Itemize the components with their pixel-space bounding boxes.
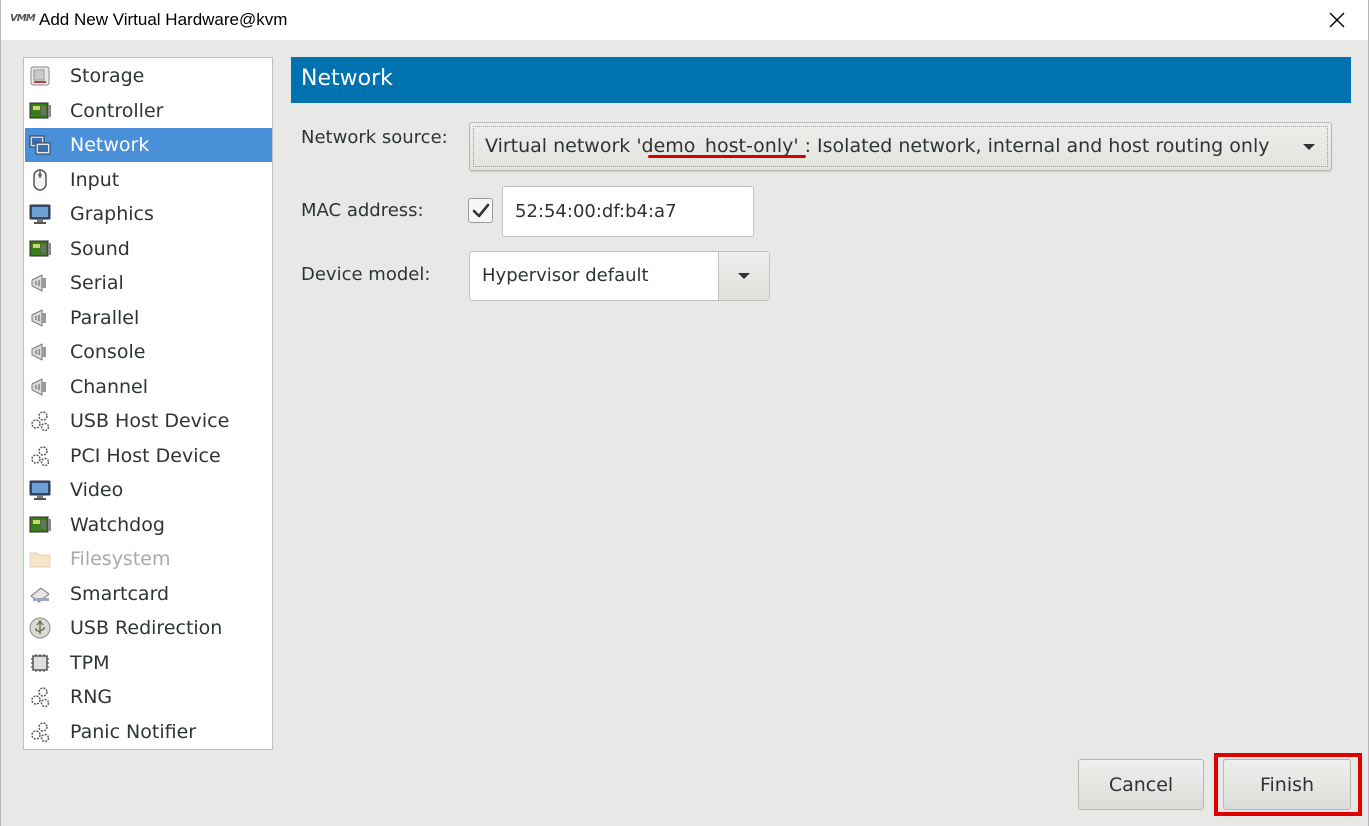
network-icon (28, 133, 52, 157)
sidebar-item-smartcard[interactable]: Smartcard (25, 577, 272, 611)
storage-icon (28, 64, 52, 88)
panic-notifier-icon (28, 720, 52, 744)
sidebar-item-input[interactable]: Input (25, 163, 272, 197)
sidebar-item-rng[interactable]: RNG (25, 680, 272, 714)
sidebar-item-watchdog[interactable]: Watchdog (25, 508, 272, 542)
pci-host-device-icon (28, 444, 52, 468)
sidebar-item-tpm[interactable]: TPM (25, 646, 272, 680)
sidebar-item-label: Serial (70, 272, 124, 294)
sidebar-item-label: USB Redirection (70, 617, 223, 639)
sidebar-item-label: Parallel (70, 306, 140, 329)
mac-address-label: MAC address: (301, 200, 424, 221)
mac-address-checkbox[interactable] (468, 198, 493, 223)
sidebar-item-controller[interactable]: Controller (25, 94, 272, 128)
monitor-icon (28, 202, 52, 226)
sidebar-item-label: Watchdog (70, 513, 165, 536)
sidebar-item-label: PCI Host Device (70, 444, 221, 467)
sidebar-item-usb-host-device[interactable]: USB Host Device (25, 404, 272, 438)
sidebar-item-label: USB Host Device (70, 410, 230, 432)
network-source-label: Network source: (301, 127, 448, 148)
sidebar-item-label: Storage (70, 65, 145, 87)
video-monitor-icon (28, 478, 52, 502)
annotation-highlight-box (1214, 753, 1362, 816)
sidebar-item-serial[interactable]: Serial (25, 266, 272, 300)
tpm-chip-icon (28, 651, 52, 675)
annotation-underline (648, 155, 806, 158)
sidebar-item-filesystem[interactable]: Filesystem (25, 542, 272, 576)
serial-port-icon (28, 271, 52, 295)
console-port-icon (28, 340, 52, 364)
sidebar-item-label: Video (70, 479, 124, 501)
sound-card-icon (28, 237, 52, 261)
usb-host-device-icon (28, 409, 52, 433)
close-icon (1329, 12, 1345, 28)
sidebar-item-sound[interactable]: Sound (25, 232, 272, 266)
panel-header: Network (291, 57, 1351, 103)
sidebar-item-label: Smartcard (70, 582, 170, 605)
sidebar-item-pci-host-device[interactable]: PCI Host Device (25, 439, 272, 473)
sidebar-item-usb-redirection[interactable]: USB Redirection (25, 611, 272, 645)
sidebar-item-label: Graphics (70, 203, 154, 225)
sidebar-item-label: Channel (70, 375, 149, 398)
rng-icon (28, 685, 52, 709)
mac-address-input[interactable] (502, 186, 754, 237)
sidebar-item-panic-notifier[interactable]: Panic Notifier (25, 715, 272, 749)
sidebar-item-label: Controller (70, 99, 164, 122)
sidebar-item-console[interactable]: Console (25, 335, 272, 369)
hardware-type-list: Storage Controller Network Input Graphics Sou… (23, 57, 273, 750)
cancel-button[interactable]: Cancel (1078, 759, 1204, 810)
device-model-select[interactable]: Hypervisor default (469, 251, 770, 301)
channel-port-icon (28, 375, 52, 399)
close-button[interactable] (1314, 4, 1360, 36)
chevron-down-icon (738, 273, 750, 279)
title-bar: VMM Add New Virtual Hardware@kvm (1, 0, 1368, 40)
folder-icon (28, 547, 52, 571)
chevron-down-icon (1303, 144, 1315, 150)
mouse-icon (28, 168, 52, 192)
device-model-dropdown-button[interactable] (718, 252, 769, 300)
watchdog-card-icon (28, 513, 52, 537)
network-source-value: Virtual network 'demo_host-only' : Isola… (485, 135, 1270, 157)
sidebar-item-parallel[interactable]: Parallel (25, 301, 272, 335)
vmm-logo-icon: VMM (10, 13, 36, 24)
sidebar-item-storage[interactable]: Storage (25, 59, 272, 93)
add-hardware-dialog: VMM Add New Virtual Hardware@kvm Storage… (0, 0, 1369, 826)
device-model-value: Hypervisor default (482, 265, 649, 286)
window-title: Add New Virtual Hardware@kvm (39, 10, 288, 29)
smartcard-icon (28, 582, 52, 606)
sidebar-item-label: Panic Notifier (70, 720, 197, 743)
network-source-select[interactable]: Virtual network 'demo_host-only' : Isola… (469, 122, 1332, 171)
sidebar-item-label: TPM (70, 651, 110, 674)
sidebar-item-label: Filesystem (70, 548, 171, 570)
sidebar-item-label: RNG (70, 686, 113, 708)
sidebar-item-network[interactable]: Network (25, 128, 272, 162)
checkmark-icon (472, 203, 489, 217)
page-title: Network (301, 66, 393, 91)
sidebar-item-channel[interactable]: Channel (25, 370, 272, 404)
controller-icon (28, 99, 52, 123)
sidebar-item-label: Console (70, 341, 146, 363)
device-model-label: Device model: (301, 264, 431, 285)
sidebar-item-video[interactable]: Video (25, 473, 272, 507)
sidebar-item-label: Sound (70, 237, 130, 260)
sidebar-item-label: Input (70, 168, 120, 191)
usb-redirection-icon (28, 616, 52, 640)
parallel-port-icon (28, 306, 52, 330)
sidebar-item-label: Network (70, 134, 150, 156)
sidebar-item-graphics[interactable]: Graphics (25, 197, 272, 231)
